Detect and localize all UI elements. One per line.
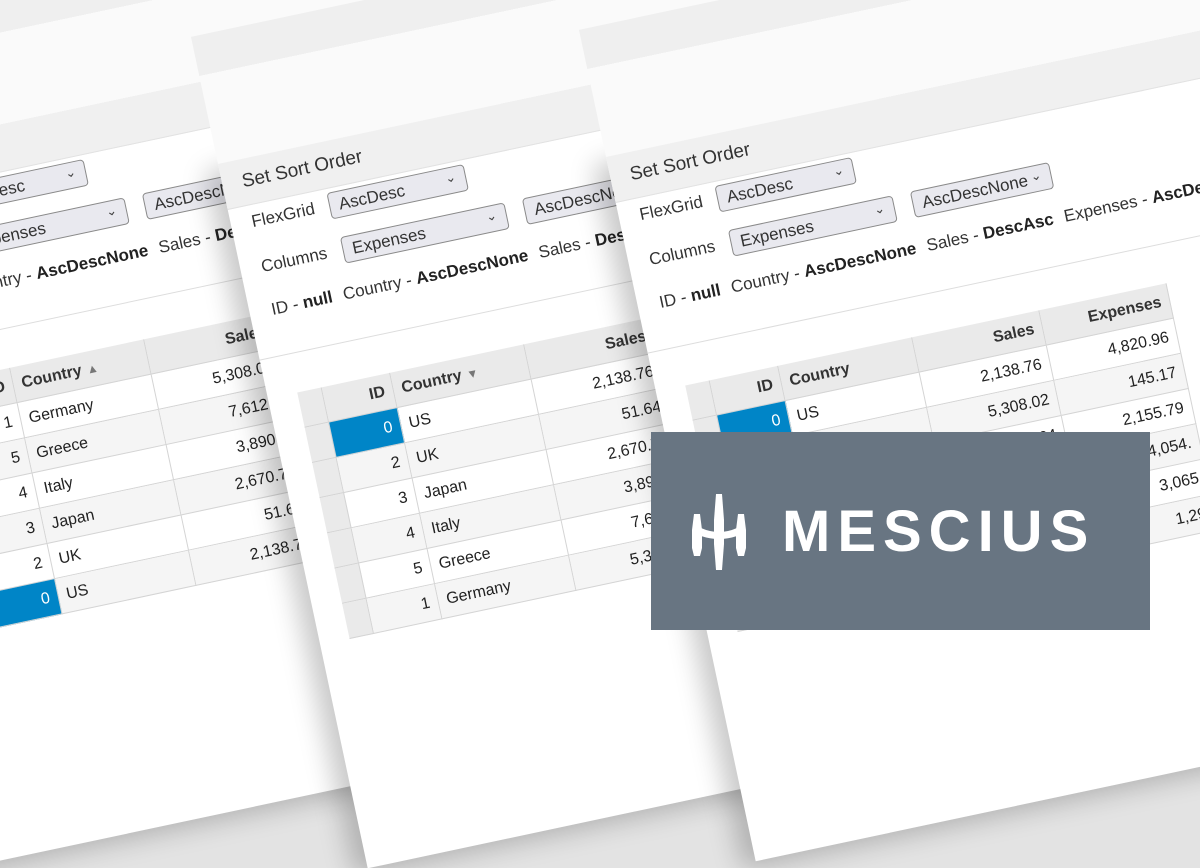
select-value: Expenses bbox=[738, 216, 816, 251]
status-column-name: Expenses - bbox=[1062, 188, 1154, 226]
status-sort-value: DescAsc bbox=[981, 209, 1056, 244]
status-column-name: ID - bbox=[269, 293, 305, 319]
sort-status-item: Country - AscDescNone bbox=[0, 241, 150, 299]
table-row[interactable]: 3 Japan 2,670.73 bbox=[319, 395, 809, 534]
sort-indicator-icon: ▲ bbox=[85, 360, 100, 377]
column-header-label: ID bbox=[367, 383, 387, 404]
select-value: AscDesc bbox=[0, 175, 27, 209]
select-value: Expenses bbox=[0, 218, 48, 253]
column-sort-order-select[interactable]: AscDescNone⌄ bbox=[909, 162, 1055, 218]
chevron-down-icon: ⌄ bbox=[484, 207, 499, 225]
grid-header-row: IDCountry▼SalesExpenses bbox=[297, 290, 786, 428]
chevron-down-icon: ⌄ bbox=[1028, 167, 1043, 185]
flexgrid-label: FlexGrid bbox=[637, 192, 705, 225]
sort-status-item: ID - null bbox=[269, 287, 334, 319]
status-column-name: Sales - bbox=[536, 231, 598, 263]
table-row[interactable]: 0 US 2,138.76 bbox=[304, 325, 794, 463]
status-sort-value: AscDescNone bbox=[414, 245, 530, 289]
column-header-label: Country bbox=[19, 362, 84, 392]
brand-name: MESCIUS bbox=[782, 499, 1096, 564]
column-header-label: Country bbox=[399, 367, 464, 397]
chevron-down-icon: ⌄ bbox=[443, 169, 458, 186]
chevron-down-icon: ⌄ bbox=[104, 202, 119, 220]
column-header-label: ID bbox=[0, 378, 7, 399]
flexgrid-label: FlexGrid bbox=[249, 199, 317, 232]
mescius-logo-icon bbox=[692, 494, 746, 570]
select-value: AscDesc bbox=[725, 173, 795, 207]
column-header-label: Expenses bbox=[1086, 293, 1164, 327]
column-header-label: Sales bbox=[603, 327, 648, 354]
table-row[interactable]: 4 Italy 3,890.8 bbox=[327, 431, 816, 569]
status-column-name: Sales - bbox=[924, 224, 986, 256]
columns-label: Columns bbox=[259, 243, 329, 277]
grid-header-row: ID Country Sales Expenses bbox=[685, 283, 1174, 421]
sort-status-item: Expenses - AscDesc bbox=[1062, 174, 1200, 226]
select-value: AscDesc bbox=[337, 180, 407, 214]
chevron-down-icon: ⌄ bbox=[63, 164, 78, 181]
status-column-name: ID - bbox=[657, 286, 693, 312]
column-header-label: Sales bbox=[991, 320, 1036, 347]
status-sort-value: AscDesc bbox=[1149, 173, 1200, 208]
table-row[interactable]: 1Germany5,308.02 bbox=[342, 501, 831, 640]
columns-label: Columns bbox=[647, 236, 717, 270]
status-sort-value: null bbox=[300, 287, 335, 313]
column-header-label: Country bbox=[787, 360, 852, 390]
table-row[interactable]: 2 UK 51.64 bbox=[312, 360, 801, 499]
sort-indicator-icon: ▼ bbox=[465, 365, 480, 382]
status-column-name: Country - bbox=[0, 265, 34, 299]
select-value: Expenses bbox=[350, 223, 428, 258]
column-header-label: ID bbox=[755, 376, 775, 397]
chevron-down-icon: ⌄ bbox=[872, 200, 887, 218]
status-column-name: Country - bbox=[341, 269, 419, 304]
table-row[interactable]: 5Greece7,612.1 bbox=[334, 466, 824, 604]
status-column-name: Country - bbox=[729, 262, 807, 297]
chevron-down-icon: ⌄ bbox=[831, 162, 846, 179]
sort-status-item: Sales - DescAsc bbox=[925, 210, 1056, 256]
select-value: AscDescNone bbox=[920, 171, 1030, 213]
sort-status-item: ID - null bbox=[657, 280, 722, 312]
status-sort-value: null bbox=[688, 280, 723, 306]
status-sort-value: AscDescNone bbox=[802, 238, 918, 282]
status-sort-value: AscDescNone bbox=[34, 240, 150, 284]
status-column-name: Sales - bbox=[156, 226, 218, 258]
